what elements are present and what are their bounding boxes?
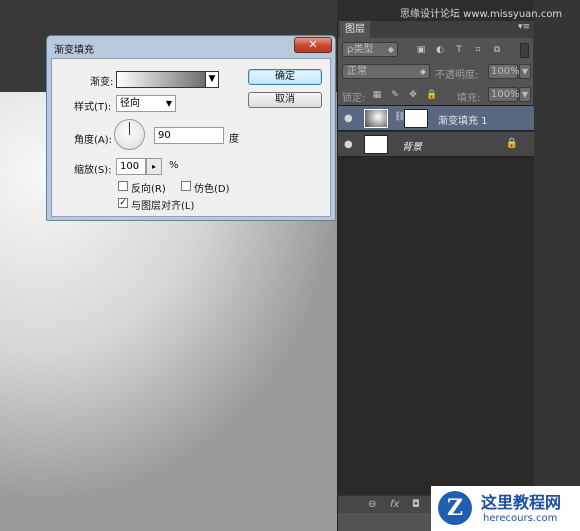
gradient-picker-dropdown[interactable]: ▼	[205, 71, 219, 88]
cancel-button[interactable]: 取消	[248, 92, 322, 108]
logo-name: 这里教程网	[481, 493, 562, 512]
layer-row-gradient-fill[interactable]: ● ⛓ 渐变填充 1	[338, 106, 534, 131]
fx-icon[interactable]: fx	[390, 499, 399, 510]
logo-url: herecours.com	[483, 513, 558, 524]
lock-transparent-pixels-icon[interactable]: ▦	[372, 90, 382, 100]
tab-layers[interactable]: 图层	[340, 21, 370, 38]
add-mask-icon[interactable]: ◘	[412, 499, 420, 510]
style-select-value: 径向	[120, 98, 140, 109]
smart-object-icon[interactable]: ⧉	[492, 45, 502, 55]
panel-tab-bar: 图层 ▾≡	[338, 21, 534, 38]
scale-unit: %	[169, 160, 179, 171]
layer-row-background[interactable]: ● 背景 🔒	[338, 132, 534, 157]
layer-name[interactable]: 背景	[402, 138, 422, 153]
right-dock-strip	[533, 0, 580, 531]
watermark-text: 思缘设计论坛 www.missyuan.com	[400, 9, 563, 20]
opacity-label: 不透明度:	[435, 70, 479, 81]
dither-label[interactable]: 仿色(D)	[194, 180, 230, 195]
chevron-down-icon: ◆	[419, 67, 426, 76]
lock-icon: 🔒	[505, 138, 518, 149]
gradient-fill-dialog: 渐变填充 ✕ 渐变: ▼ 样式(T): 径向 ▼ 角度(A): 90 度 缩放(…	[46, 35, 336, 221]
gradient-label: 渐变:	[90, 77, 114, 88]
lock-label: 锁定:	[342, 93, 366, 104]
filter-kind-select[interactable]: ρ类型 ◆	[342, 42, 398, 57]
type-icon[interactable]: T	[454, 45, 464, 55]
ok-button[interactable]: 确定	[248, 69, 322, 85]
fill-label: 填充:	[457, 93, 481, 104]
link-layers-icon[interactable]: ⊖	[368, 499, 376, 510]
gradient-preview-swatch[interactable]	[116, 71, 206, 88]
dither-checkbox[interactable]	[181, 181, 191, 191]
scale-input[interactable]: 100	[116, 158, 146, 175]
image-icon[interactable]: ▣	[416, 45, 426, 55]
align-with-layer-label[interactable]: 与图层对齐(L)	[131, 197, 194, 212]
blend-mode-select[interactable]: 正常 ◆	[342, 64, 430, 79]
layers-panel: 图层 ▾≡ ρ类型 ◆ ▣ ◐ T ⌗ ⧉ 正常 ◆ 不透明度: 100% ▼ …	[337, 21, 534, 531]
angle-dial[interactable]	[114, 119, 145, 150]
layer-name[interactable]: 渐变填充 1	[438, 112, 488, 127]
filter-toggle-switch[interactable]	[520, 43, 529, 58]
layer-mask-thumbnail[interactable]	[404, 109, 428, 128]
panel-menu-icon[interactable]: ▾≡	[518, 22, 530, 32]
fill-input[interactable]: 100%	[488, 87, 520, 102]
scale-stepper[interactable]: ▸	[146, 158, 162, 175]
adjustment-icon[interactable]: ◐	[435, 45, 445, 55]
angle-unit: 度	[229, 134, 239, 145]
logo-mark: Z	[438, 491, 472, 525]
blend-mode-value: 正常	[347, 66, 367, 77]
scale-label: 缩放(S):	[74, 165, 112, 176]
shape-icon[interactable]: ⌗	[473, 45, 483, 55]
eye-icon[interactable]: ●	[344, 113, 353, 124]
dialog-title: 渐变填充	[54, 45, 94, 56]
chevron-down-icon: ◆	[387, 45, 394, 54]
opacity-dropdown[interactable]: ▼	[519, 64, 531, 79]
dialog-body: 渐变: ▼ 样式(T): 径向 ▼ 角度(A): 90 度 缩放(S): 100…	[51, 58, 331, 217]
align-with-layer-checkbox[interactable]: ✓	[118, 198, 128, 208]
layers-list: ● ⛓ 渐变填充 1 ● 背景 🔒	[338, 105, 534, 505]
style-label: 样式(T):	[74, 102, 112, 113]
filter-kind-value: ρ类型	[347, 44, 374, 55]
lock-all-icon[interactable]: 🔒	[426, 90, 437, 100]
site-logo: Z 这里教程网 herecours.com	[431, 486, 580, 531]
chevron-down-icon: ▼	[165, 99, 172, 108]
background-thumbnail	[364, 135, 388, 154]
fill-dropdown[interactable]: ▼	[519, 87, 531, 102]
lock-position-icon[interactable]: ✥	[408, 90, 418, 100]
angle-label: 角度(A):	[74, 135, 113, 146]
style-select[interactable]: 径向 ▼	[116, 95, 176, 112]
reverse-checkbox[interactable]	[118, 181, 128, 191]
opacity-input[interactable]: 100%	[488, 64, 520, 79]
close-button[interactable]: ✕	[294, 37, 332, 53]
angle-input[interactable]: 90	[154, 127, 224, 144]
lock-image-pixels-icon[interactable]: ✎	[390, 90, 400, 100]
gradient-thumbnail	[364, 109, 388, 128]
reverse-label[interactable]: 反向(R)	[131, 180, 166, 195]
eye-icon[interactable]: ●	[344, 139, 353, 150]
